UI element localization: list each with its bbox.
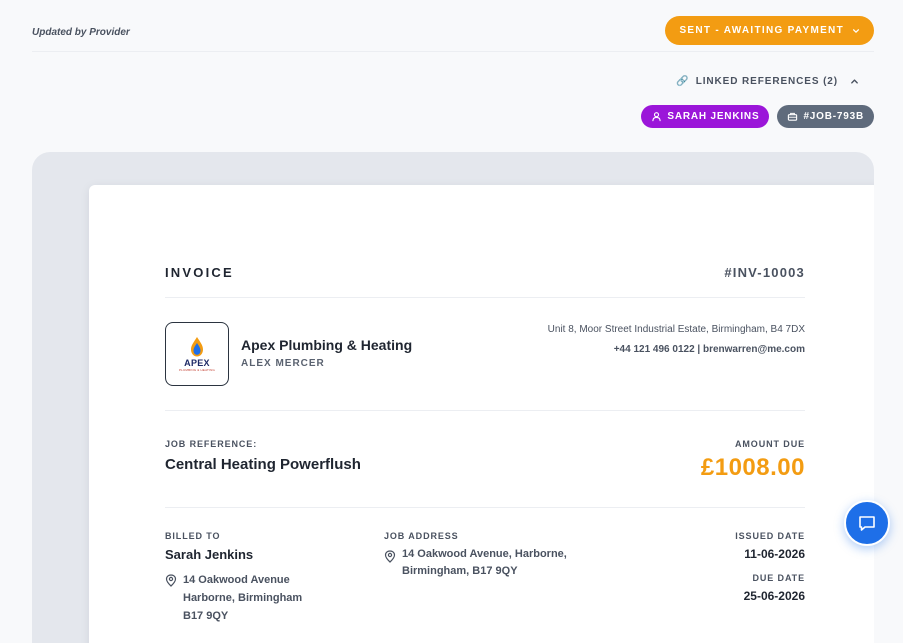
company-contact-person: ALEX MERCER (241, 358, 325, 369)
job-reference-title: Central Heating Powerflush (165, 456, 361, 473)
flame-drop-icon (191, 337, 203, 357)
linked-references-label: LINKED REFERENCES (2) (695, 76, 838, 87)
billed-address-line: Harborne, Birmingham (183, 592, 303, 604)
map-pin-icon (384, 550, 396, 563)
status-dropdown-button[interactable]: SENT - AWAITING PAYMENT (665, 16, 874, 45)
company-name: Apex Plumbing & Heating (241, 337, 413, 353)
invoice-header: INVOICE #INV-10003 (165, 265, 805, 298)
issued-date-label: ISSUED DATE (735, 531, 805, 541)
company-logo: APEX PLUMBING & HEATING (165, 322, 229, 386)
billing-details-section: BILLED TO Sarah Jenkins 14 Oakwood Avenu… (165, 531, 805, 643)
job-amount-section: JOB REFERENCE: Central Heating Powerflus… (165, 436, 805, 508)
linked-reference-pills: SARAH JENKINS #JOB-793B (641, 105, 874, 128)
job-reference-label: JOB REFERENCE: (165, 439, 258, 449)
logo-brand-text: APEX (184, 358, 210, 368)
chevron-up-icon (850, 77, 859, 86)
issued-date-value: 11-06-2026 (744, 547, 805, 561)
briefcase-icon (788, 112, 798, 121)
updated-by-text: Updated by Provider (32, 27, 130, 38)
linked-job-pill[interactable]: #JOB-793B (777, 105, 874, 128)
map-pin-icon (165, 574, 177, 587)
status-label: SENT - AWAITING PAYMENT (679, 25, 844, 36)
due-date-value: 25-06-2026 (743, 589, 805, 603)
linked-client-pill[interactable]: SARAH JENKINS (641, 105, 770, 128)
billed-to-name: Sarah Jenkins (165, 547, 254, 562)
linked-job-label: #JOB-793B (803, 111, 864, 122)
invoice-title: INVOICE (165, 265, 234, 280)
linked-references-toggle[interactable]: 🔗 LINKED REFERENCES (2) (676, 76, 859, 87)
job-address-label: JOB ADDRESS (384, 531, 459, 541)
invoice-number: #INV-10003 (724, 265, 805, 280)
due-date-label: DUE DATE (752, 573, 805, 583)
link-icon: 🔗 (676, 76, 690, 87)
company-phone-email: +44 121 496 0122 | brenwarren@me.com (613, 344, 805, 355)
chat-icon (859, 516, 875, 531)
company-address: Unit 8, Moor Street Industrial Estate, B… (547, 324, 805, 335)
billed-address-text: 14 Oakwood Avenue Harborne, Birmingham B… (183, 571, 302, 625)
linked-client-label: SARAH JENKINS (667, 111, 760, 122)
job-address-line: Birmingham, B17 9QY (402, 565, 518, 577)
chat-button[interactable] (844, 500, 890, 546)
amount-due-value: £1008.00 (700, 454, 805, 481)
job-address-text: 14 Oakwood Avenue, Harborne, Birmingham,… (402, 546, 567, 580)
job-address: 14 Oakwood Avenue, Harborne, Birmingham,… (384, 546, 567, 580)
chevron-down-icon (852, 27, 860, 35)
billed-to-label: BILLED TO (165, 531, 221, 541)
job-address-line: 14 Oakwood Avenue, Harborne, (402, 548, 567, 560)
billed-to-address: 14 Oakwood Avenue Harborne, Birmingham B… (165, 573, 302, 625)
billed-address-line: B17 9QY (183, 610, 229, 622)
top-bar: Updated by Provider SENT - AWAITING PAYM… (32, 0, 874, 52)
amount-due-label: AMOUNT DUE (735, 439, 805, 449)
company-section: APEX PLUMBING & HEATING Apex Plumbing & … (165, 322, 805, 411)
invoice-document: INVOICE #INV-10003 APEX PLUMBING & HEATI… (89, 185, 874, 643)
invoice-preview-area: INVOICE #INV-10003 APEX PLUMBING & HEATI… (32, 152, 874, 643)
billed-address-line: 14 Oakwood Avenue (183, 574, 290, 586)
person-icon (652, 112, 662, 122)
logo-sub-text: PLUMBING & HEATING (178, 368, 216, 372)
